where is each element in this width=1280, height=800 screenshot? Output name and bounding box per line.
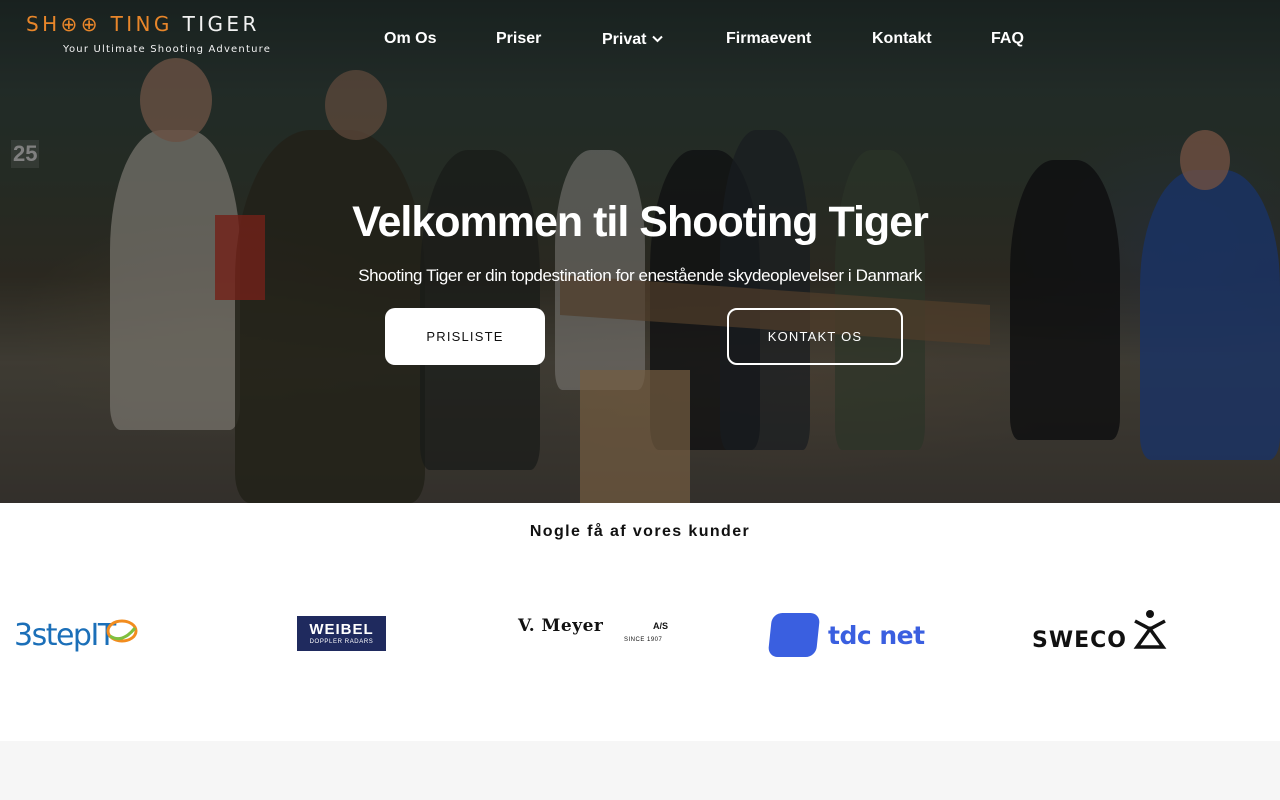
- clients-heading: Nogle få af vores kunder: [529, 523, 751, 540]
- hero-subtitle: Shooting Tiger er din topdestination for…: [358, 266, 922, 285]
- hero-overlay: [0, 0, 1280, 503]
- tdc-mark-icon: [767, 613, 821, 657]
- swoosh-icon: [106, 619, 138, 643]
- next-section-band: [0, 741, 1280, 800]
- client-logo-tdc-net: tdc net: [767, 611, 930, 659]
- client-logo-weibel: WEIBEL DOPPLER RADARS: [297, 611, 387, 659]
- chevron-down-icon: [652, 30, 664, 48]
- logo-tagline: Your Ultimate Shooting Adventure: [63, 44, 272, 55]
- pricelist-button[interactable]: PRISLISTE: [385, 308, 545, 365]
- client-logo-sweco: SWECO: [1032, 610, 1172, 659]
- hero-title: Velkommen til Shooting Tiger: [352, 198, 929, 246]
- nav-item-kontakt[interactable]: Kontakt: [872, 30, 932, 48]
- client-logo-3stepit: 3stepIT: [14, 611, 169, 659]
- site-logo[interactable]: SH⊕⊕ TING TIGER Your Ultimate Shooting A…: [26, 12, 296, 56]
- nav-item-om-os[interactable]: Om Os: [384, 30, 436, 48]
- client-logo-v-meyer: V. Meyer A/S SINCE 1907: [518, 616, 669, 643]
- nav-item-priser[interactable]: Priser: [496, 30, 541, 48]
- nav-item-privat[interactable]: Privat: [602, 30, 664, 49]
- sweco-figure-icon: [1133, 610, 1167, 649]
- nav-item-firmaevent[interactable]: Firmaevent: [726, 30, 811, 48]
- contact-button[interactable]: KONTAKT OS: [727, 308, 903, 365]
- logo-wordmark: SH⊕⊕ TING TIGER: [26, 12, 260, 36]
- crosshair-icon: ⊕⊕: [60, 12, 101, 36]
- hero-section: 25 SH⊕⊕ TING TIGER Your Ultimate Shootin…: [0, 0, 1280, 503]
- nav-item-faq[interactable]: FAQ: [991, 30, 1024, 48]
- clients-section: Nogle få af vores kunder 3stepIT WEIBEL …: [0, 503, 1280, 741]
- nav-item-privat-label: Privat: [602, 31, 647, 48]
